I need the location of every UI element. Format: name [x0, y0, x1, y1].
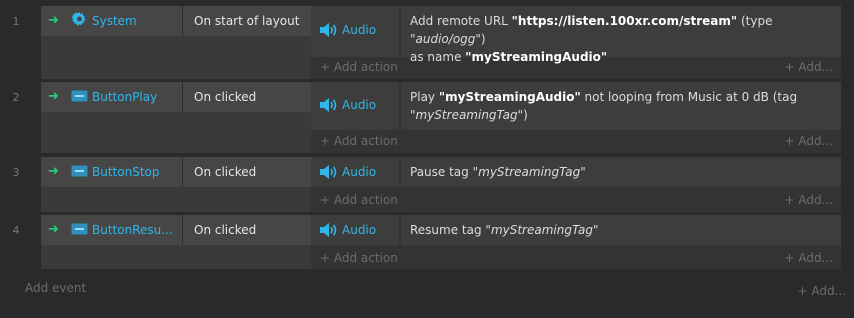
action-object-name: Audio — [342, 23, 377, 37]
actions-area: Audio Play "myStreamingAudio" not loopin… — [311, 82, 841, 153]
speaker-icon — [320, 165, 337, 179]
event-number: 1 — [12, 15, 20, 28]
action-row[interactable]: Audio Add remote URL "https://listen.100… — [311, 6, 841, 64]
action-object-name: Audio — [342, 165, 377, 179]
trigger-arrow-icon: ➜ — [48, 89, 59, 104]
action-object[interactable]: Audio — [311, 215, 399, 245]
action-row[interactable]: Audio Resume tag "myStreamingTag" — [311, 215, 841, 245]
condition-trigger[interactable]: On clicked — [183, 82, 311, 112]
add-action-button[interactable]: + Add action — [320, 251, 398, 265]
condition-object[interactable]: ➜ ButtonResu... — [41, 215, 183, 245]
audio-name-value: "myStreamingAudio" — [465, 50, 608, 64]
condition-trigger[interactable]: On start of layout — [183, 6, 311, 36]
actions-area: Audio Resume tag "myStreamingTag" + Add … — [311, 215, 841, 269]
tag-value: "myStreamingTag" — [472, 165, 586, 179]
action-object[interactable]: Audio — [311, 6, 399, 57]
action-object[interactable]: Audio — [311, 82, 399, 130]
event-row[interactable]: 2 ➜ ButtonPlay On clicked Audio Play "my… — [0, 82, 854, 153]
actions-area: Audio Add remote URL "https://listen.100… — [311, 6, 841, 79]
condition-trigger[interactable]: On clicked — [183, 157, 311, 187]
speaker-icon — [320, 23, 337, 37]
speaker-icon — [320, 223, 337, 237]
action-object-name: Audio — [342, 98, 377, 112]
add-action-button[interactable]: + Add action — [320, 193, 398, 207]
trigger-arrow-icon: ➜ — [48, 13, 59, 28]
event-number: 2 — [12, 91, 20, 104]
condition-row[interactable]: ➜ ButtonResu... On clicked — [41, 215, 311, 245]
tag-value: "myStreamingTag" — [410, 108, 524, 122]
event-block[interactable]: ➜ ButtonPlay On clicked Audio Play "mySt… — [41, 82, 841, 153]
add-more-button[interactable]: + Add... — [784, 60, 833, 74]
action-row[interactable]: Audio Pause tag "myStreamingTag" — [311, 157, 841, 187]
event-block[interactable]: ➜ System On start of layout Audio Add re… — [41, 6, 841, 79]
trigger-arrow-icon: ➜ — [48, 164, 59, 179]
condition-object[interactable]: ➜ ButtonPlay — [41, 82, 183, 112]
event-row[interactable]: 1 ➜ System On start of layout Audio Add … — [0, 6, 854, 79]
event-row[interactable]: 4 ➜ ButtonResu... On clicked Audio Resum… — [0, 215, 854, 269]
button-icon — [71, 165, 88, 177]
action-description[interactable]: Add remote URL "https://listen.100xr.com… — [401, 6, 841, 64]
speaker-icon — [320, 98, 337, 112]
action-description[interactable]: Pause tag "myStreamingTag" — [401, 157, 841, 187]
type-value: "audio/ogg" — [410, 32, 481, 46]
url-value: "https://listen.100xr.com/stream" — [511, 14, 738, 28]
event-number: 3 — [12, 166, 20, 179]
object-name: ButtonStop — [92, 165, 160, 179]
trigger-text: On clicked — [194, 90, 257, 104]
condition-object[interactable]: ➜ ButtonStop — [41, 157, 183, 187]
condition-object[interactable]: ➜ System — [41, 6, 183, 36]
object-name: ButtonResu... — [92, 223, 173, 237]
event-block[interactable]: ➜ ButtonStop On clicked Audio Pause tag … — [41, 157, 841, 212]
condition-trigger[interactable]: On clicked — [183, 215, 311, 245]
add-more-button[interactable]: + Add... — [797, 284, 846, 298]
add-event-button[interactable]: Add event — [25, 281, 86, 295]
condition-row[interactable]: ➜ ButtonStop On clicked — [41, 157, 311, 187]
action-object-name: Audio — [342, 223, 377, 237]
actions-area: Audio Pause tag "myStreamingTag" + Add a… — [311, 157, 841, 212]
trigger-text: On clicked — [194, 223, 257, 237]
object-name: System — [92, 14, 137, 28]
condition-row[interactable]: ➜ ButtonPlay On clicked — [41, 82, 311, 112]
add-action-button[interactable]: + Add action — [320, 60, 398, 74]
action-description[interactable]: Play "myStreamingAudio" not looping from… — [401, 82, 841, 130]
add-action-button[interactable]: + Add action — [320, 134, 398, 148]
button-icon — [71, 223, 88, 235]
condition-row[interactable]: ➜ System On start of layout — [41, 6, 311, 36]
action-object[interactable]: Audio — [311, 157, 399, 187]
action-description[interactable]: Resume tag "myStreamingTag" — [401, 215, 841, 245]
trigger-text: On clicked — [194, 165, 257, 179]
object-name: ButtonPlay — [92, 90, 158, 104]
trigger-arrow-icon: ➜ — [48, 222, 59, 237]
add-more-button[interactable]: + Add... — [784, 134, 833, 148]
trigger-text: On start of layout — [194, 14, 300, 28]
button-icon — [71, 90, 88, 102]
event-block[interactable]: ➜ ButtonResu... On clicked Audio Resume … — [41, 215, 841, 269]
event-number: 4 — [12, 224, 20, 237]
action-row[interactable]: Audio Play "myStreamingAudio" not loopin… — [311, 82, 841, 130]
gear-icon — [71, 12, 86, 26]
add-more-button[interactable]: + Add... — [784, 251, 833, 265]
tag-value: "myStreamingTag" — [485, 223, 599, 237]
add-more-button[interactable]: + Add... — [784, 193, 833, 207]
audio-name-value: "myStreamingAudio" — [438, 90, 581, 104]
event-row[interactable]: 3 ➜ ButtonStop On clicked Audio Pause ta… — [0, 157, 854, 212]
event-sheet: 1 ➜ System On start of layout Audio Add … — [0, 0, 854, 318]
